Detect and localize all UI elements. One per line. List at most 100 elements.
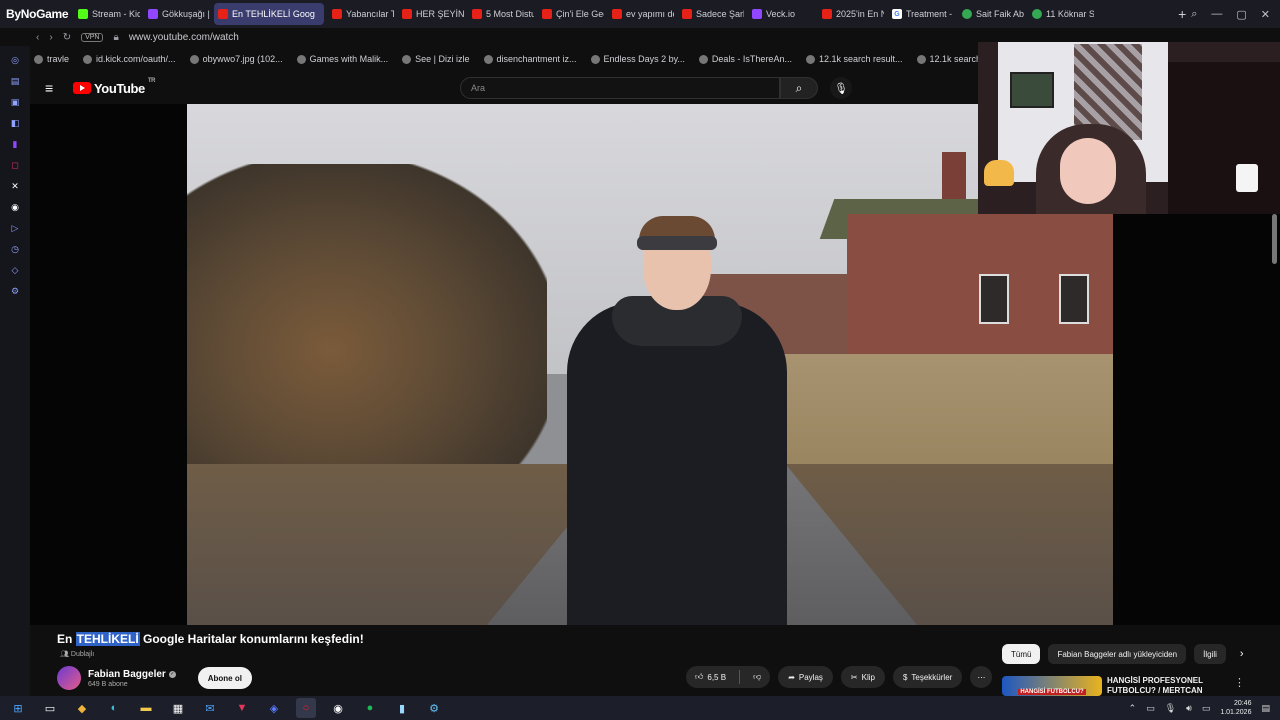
- opera-icon[interactable]: ○: [296, 698, 316, 718]
- bookmark-item[interactable]: Endless Days 2 by...: [590, 54, 685, 64]
- chip-from-uploader[interactable]: Fabian Baggeler adlı yükleyiciden: [1048, 644, 1187, 664]
- browser-tab[interactable]: En TEHLİKELİ Goog: [214, 3, 324, 25]
- store-icon[interactable]: ▦: [168, 698, 188, 718]
- microphone-icon[interactable]: 🎙︎: [1165, 703, 1176, 714]
- browser-tab[interactable]: Sadece Şark: [678, 3, 744, 25]
- browser-tab[interactable]: 5 Most Distu: [468, 3, 534, 25]
- chip-all[interactable]: Tümü: [1002, 644, 1041, 664]
- search-input[interactable]: Ara: [460, 77, 780, 99]
- copilot-icon[interactable]: ◆: [72, 698, 92, 718]
- network-icon[interactable]: ▭: [1146, 703, 1155, 714]
- yt-favicon-icon: [472, 9, 482, 19]
- steam-icon[interactable]: ⚙: [424, 698, 444, 718]
- edge-icon[interactable]: ◐: [104, 698, 124, 718]
- bookmark-item[interactable]: id.kick.com/oauth/...: [83, 54, 176, 64]
- obs-icon[interactable]: ◉: [328, 698, 348, 718]
- bookmark-label: Games with Malik...: [309, 54, 389, 64]
- video-player[interactable]: [187, 104, 1113, 625]
- x-icon[interactable]: ✕: [9, 180, 21, 192]
- dollar-icon: $: [902, 672, 908, 682]
- thanks-button[interactable]: $ Teşekkürler: [892, 666, 963, 688]
- url-field[interactable]: www.youtube.com/watch: [129, 32, 239, 43]
- new-tab-button[interactable]: +: [1173, 5, 1191, 23]
- youtube-logo[interactable]: YouTube TR: [73, 78, 156, 96]
- yt-favicon-icon: [542, 9, 552, 19]
- messenger-icon[interactable]: ▣: [9, 96, 21, 108]
- instagram-icon[interactable]: ◻: [9, 159, 21, 171]
- bookmark-item[interactable]: See | Dizi izle: [402, 54, 470, 64]
- aria-icon[interactable]: ◎: [9, 54, 21, 66]
- twitch-icon[interactable]: ▮: [9, 138, 21, 150]
- task-view-icon[interactable]: ▭: [40, 698, 60, 718]
- file-explorer-icon[interactable]: ▬: [136, 698, 156, 718]
- crypto-wallet-icon[interactable]: ▤: [9, 75, 21, 87]
- bookmark-item[interactable]: obywwo7.jpg (102...: [189, 54, 283, 64]
- browser-tab[interactable]: 2025'in En N: [818, 3, 884, 25]
- title-part: En: [57, 632, 76, 646]
- windows-start-icon[interactable]: ⊞: [8, 698, 28, 718]
- search-icon[interactable]: ⌕: [1191, 8, 1197, 21]
- bookmarks-bar: travle id.kick.com/oauth/... obywwo7.jpg (…: [30, 50, 980, 68]
- chevron-right-icon[interactable]: ›: [1240, 648, 1244, 660]
- recommended-video-thumbnail[interactable]: HANGİSİ FUTBOLCU?: [1002, 676, 1102, 696]
- share-icon: ➦: [788, 672, 795, 682]
- page-scrollbar[interactable]: [1272, 214, 1277, 264]
- streamer-webcam: [978, 42, 1280, 214]
- reload-icon[interactable]: ↻: [63, 32, 71, 43]
- back-icon[interactable]: ‹: [36, 32, 39, 43]
- browser-tab[interactable]: Gökkuşağı |: [144, 3, 210, 25]
- mail-icon[interactable]: ✉: [200, 698, 220, 718]
- battery-icon[interactable]: ▭: [1202, 703, 1211, 714]
- channel-name-row[interactable]: Fabian Baggeler ✓: [88, 669, 176, 680]
- subscribe-button[interactable]: Abone ol: [197, 667, 252, 689]
- chevron-up-icon[interactable]: ⌃: [1129, 703, 1137, 714]
- bookmark-item[interactable]: travle: [34, 54, 69, 64]
- history-icon[interactable]: ◷: [9, 243, 21, 255]
- more-actions-button[interactable]: ⋯: [970, 666, 993, 688]
- browser-tab[interactable]: Veck.io: [748, 3, 814, 25]
- taskbar-clock[interactable]: 20:46 1.01.2026: [1220, 699, 1251, 717]
- clip-button[interactable]: ✂ Klip: [840, 666, 885, 688]
- browser-tab[interactable]: Sait Faik Ab: [958, 3, 1024, 25]
- pinboard-icon[interactable]: ◇: [9, 264, 21, 276]
- chip-related[interactable]: İlgili: [1194, 644, 1226, 664]
- player-icon[interactable]: ▷: [9, 222, 21, 234]
- presenter-bandana: [637, 236, 717, 250]
- forward-icon[interactable]: ›: [49, 32, 52, 43]
- vpn-badge[interactable]: VPN: [81, 32, 104, 42]
- recommended-video-title[interactable]: HANGİSİ PROFESYONEL FUTBOLCU? / MERTCAN: [1107, 676, 1232, 696]
- menu-icon[interactable]: ≡: [45, 80, 65, 96]
- bookmark-item[interactable]: Deals - IsThereAn...: [698, 54, 792, 64]
- voice-search-button[interactable]: 🎙︎: [830, 77, 852, 99]
- like-button[interactable]: 👍︎ 6,5 B: [686, 666, 735, 688]
- search-button[interactable]: ⌕: [780, 77, 818, 99]
- volume-icon[interactable]: 🔊︎: [1186, 703, 1192, 714]
- bookmark-item[interactable]: disenchantment iz...: [483, 54, 577, 64]
- settings-icon[interactable]: ⚙: [9, 285, 21, 297]
- minimize-icon[interactable]: —: [1211, 8, 1222, 21]
- notifications-icon[interactable]: ▤: [1261, 703, 1270, 714]
- discord-icon[interactable]: ◉: [9, 201, 21, 213]
- notepad-icon[interactable]: ▮: [392, 698, 412, 718]
- browser-tab[interactable]: Stream - Kick: [74, 3, 140, 25]
- music-icon[interactable]: ◧: [9, 117, 21, 129]
- close-icon[interactable]: ✕: [1261, 8, 1270, 21]
- channel-name[interactable]: Fabian Baggeler: [88, 669, 166, 680]
- app-icon[interactable]: ▼: [232, 698, 252, 718]
- bookmark-item[interactable]: 12.1k search result...: [916, 54, 980, 64]
- browser-tab[interactable]: HER ŞEYİN B: [398, 3, 464, 25]
- browser-tab[interactable]: Çin'i Ele Geç: [538, 3, 604, 25]
- browser-tab[interactable]: 11 Köknar Sk: [1028, 3, 1094, 25]
- bookmark-item[interactable]: Games with Malik...: [296, 54, 389, 64]
- share-button[interactable]: ➦ Paylaş: [778, 666, 833, 688]
- browser-tab[interactable]: Yabancılar T: [328, 3, 394, 25]
- spotify-icon[interactable]: ●: [360, 698, 380, 718]
- channel-avatar[interactable]: [57, 666, 81, 690]
- recommendation-menu-icon[interactable]: ⋮: [1234, 676, 1245, 689]
- app-icon[interactable]: ◈: [264, 698, 284, 718]
- dislike-button[interactable]: 👎︎: [744, 666, 770, 688]
- bookmark-item[interactable]: 12.1k search result...: [805, 54, 903, 64]
- maximize-icon[interactable]: ▢: [1236, 8, 1246, 21]
- browser-tab[interactable]: ev yapımı de: [608, 3, 674, 25]
- browser-tab[interactable]: G Treatment -: [888, 3, 954, 25]
